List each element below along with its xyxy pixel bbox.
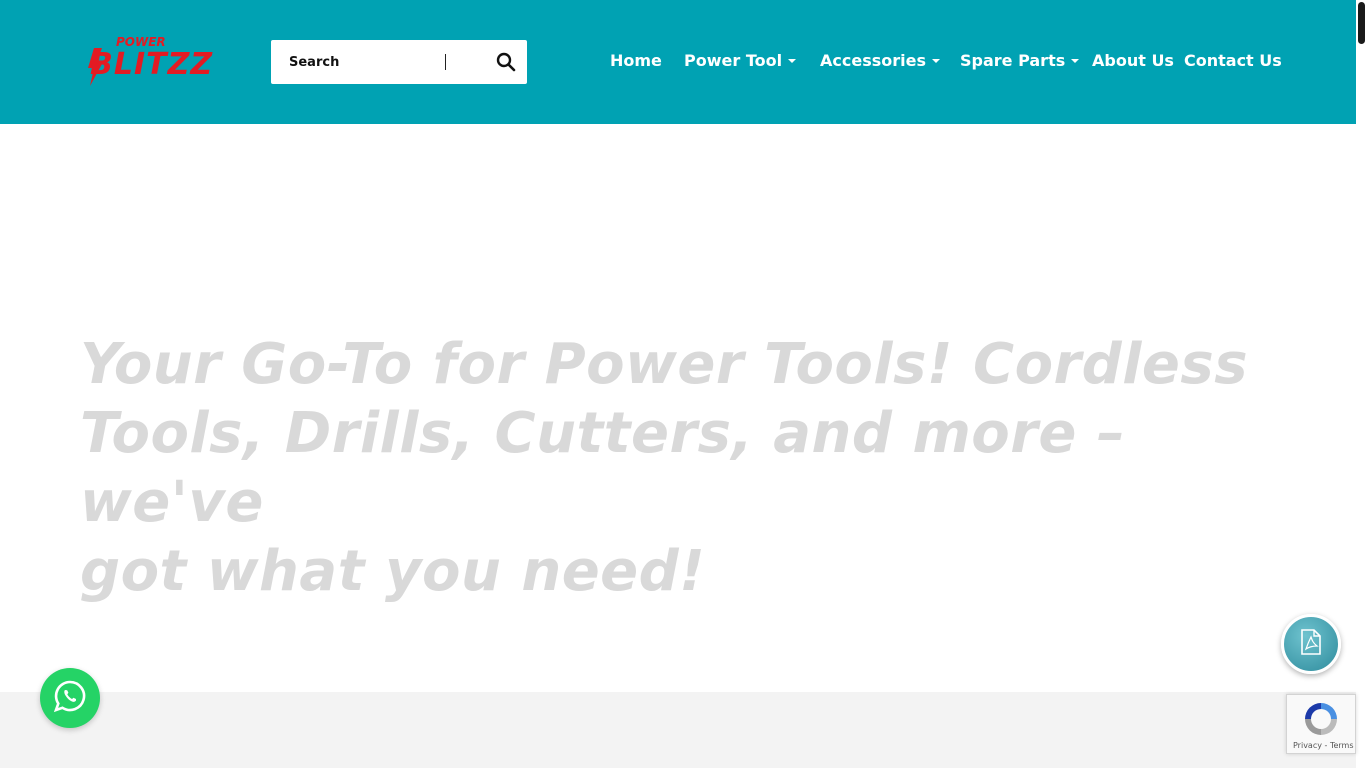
chevron-down-icon <box>1071 58 1080 63</box>
scrollbar-thumb[interactable] <box>1358 2 1365 44</box>
pdf-button[interactable] <box>1281 614 1341 674</box>
nav-spare-parts-label: Spare Parts <box>960 51 1066 70</box>
brand-logo[interactable]: POWER BLITZZ <box>86 34 246 88</box>
hero-line-1: Your Go-To for Power Tools! Cordless <box>80 332 1249 397</box>
chevron-down-icon <box>788 58 797 63</box>
hero-headline: Your Go-To for Power Tools! Cordless Too… <box>80 330 1300 606</box>
recaptcha-links[interactable]: Privacy - Terms <box>1293 741 1354 750</box>
search-icon[interactable] <box>495 51 517 73</box>
nav-about-us-label: About Us <box>1092 51 1174 70</box>
nav-accessories-label: Accessories <box>820 51 926 70</box>
nav-power-tool[interactable]: Power Tool <box>684 51 797 70</box>
recaptcha-badge[interactable]: Privacy - Terms <box>1286 694 1356 754</box>
nav-accessories[interactable]: Accessories <box>820 51 940 70</box>
nav-spare-parts[interactable]: Spare Parts <box>960 51 1080 70</box>
scrollbar[interactable] <box>1356 0 1366 768</box>
nav-contact-us-label: Contact Us <box>1184 51 1282 70</box>
hero-line-3: got what you need! <box>80 539 706 604</box>
pdf-icon <box>1300 629 1322 659</box>
search-bar <box>271 40 527 84</box>
search-input[interactable] <box>289 54 439 70</box>
content-section <box>0 692 1356 768</box>
site-header: POWER BLITZZ Home Power Tool Accessories… <box>0 0 1356 124</box>
whatsapp-button[interactable] <box>40 668 100 728</box>
nav-home[interactable]: Home <box>610 51 662 70</box>
nav-power-tool-label: Power Tool <box>684 51 783 70</box>
recaptcha-icon <box>1305 703 1337 735</box>
svg-text:BLITZZ: BLITZZ <box>90 47 213 82</box>
nav-home-label: Home <box>610 51 662 70</box>
chevron-down-icon <box>932 58 940 63</box>
nav-contact-us[interactable]: Contact Us <box>1184 51 1282 70</box>
text-cursor <box>445 54 446 70</box>
whatsapp-icon <box>53 679 87 717</box>
hero-line-2: Tools, Drills, Cutters, and more – we've <box>80 401 1126 535</box>
nav-about-us[interactable]: About Us <box>1092 51 1174 70</box>
